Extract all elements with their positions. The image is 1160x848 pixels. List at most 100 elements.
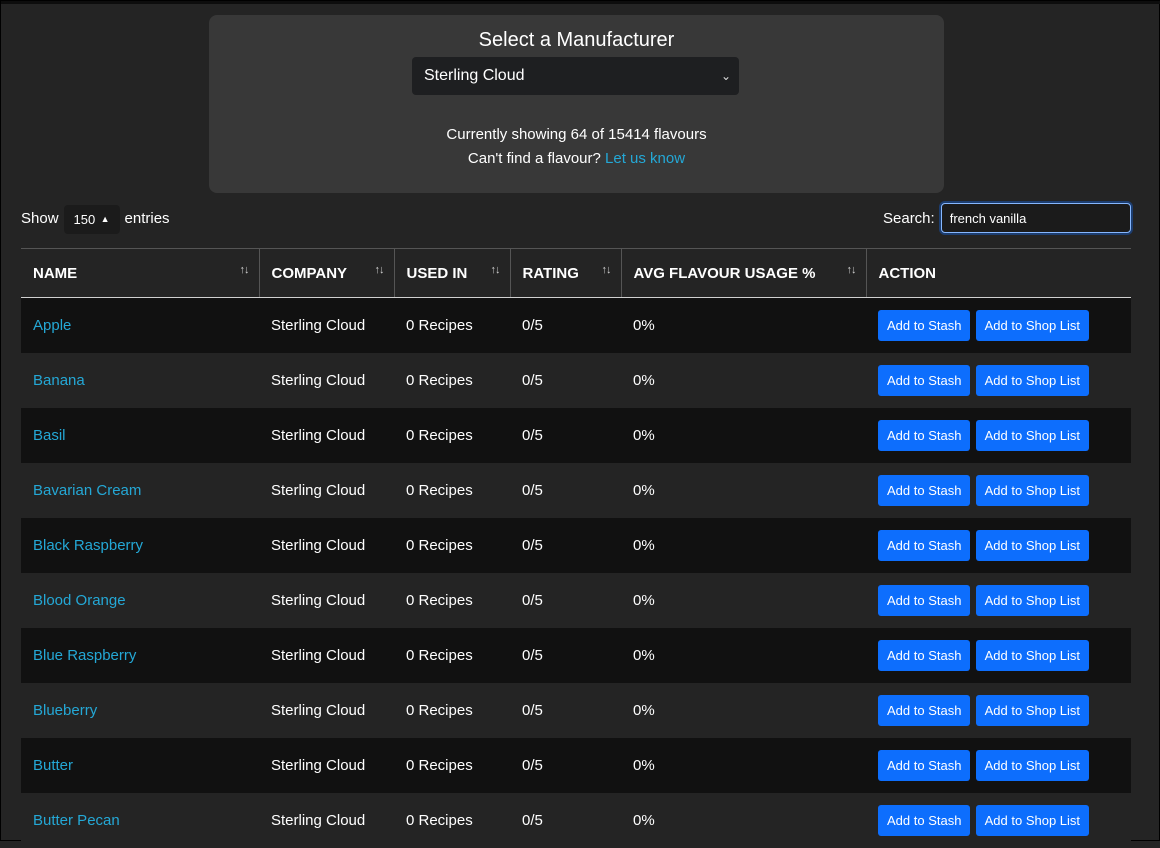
header-action: ACTION xyxy=(866,249,1131,298)
add-to-shop-list-button[interactable]: Add to Shop List xyxy=(976,475,1089,506)
rating-cell: 0/5 xyxy=(510,628,621,683)
add-to-stash-button[interactable]: Add to Stash xyxy=(878,805,970,836)
entries-select-value: 150 xyxy=(74,212,96,227)
manufacturer-title: Select a Manufacturer xyxy=(209,29,944,52)
entries-select[interactable]: 150 ▲ xyxy=(64,205,120,234)
avg-usage-cell: 0% xyxy=(621,628,866,683)
table-row: BlueberrySterling Cloud0 Recipes0/50% Add… xyxy=(21,683,1131,738)
add-to-stash-button[interactable]: Add to Stash xyxy=(878,695,970,726)
header-avg-usage[interactable]: AVG FLAVOUR USAGE %↑↓ xyxy=(621,249,866,298)
manufacturer-panel: Select a Manufacturer Sterling Cloud ⌄ C… xyxy=(209,15,944,193)
add-to-shop-list-button[interactable]: Add to Shop List xyxy=(976,420,1089,451)
rating-cell: 0/5 xyxy=(510,738,621,793)
company-cell: Sterling Cloud xyxy=(259,353,394,408)
rating-cell: 0/5 xyxy=(510,793,621,848)
used-in-cell: 0 Recipes xyxy=(394,738,510,793)
manufacturer-select-value: Sterling Cloud xyxy=(424,67,525,84)
used-in-cell: 0 Recipes xyxy=(394,518,510,573)
table-header-row: NAME↑↓ COMPANY↑↓ USED IN↑↓ RATING↑↓ AVG … xyxy=(21,249,1131,298)
header-used-in[interactable]: USED IN↑↓ xyxy=(394,249,510,298)
company-cell: Sterling Cloud xyxy=(259,683,394,738)
flavour-name-link[interactable]: Banana xyxy=(21,353,259,408)
company-cell: Sterling Cloud xyxy=(259,408,394,463)
header-rating[interactable]: RATING↑↓ xyxy=(510,249,621,298)
add-to-stash-button[interactable]: Add to Stash xyxy=(878,310,970,341)
rating-cell: 0/5 xyxy=(510,408,621,463)
used-in-cell: 0 Recipes xyxy=(394,353,510,408)
add-to-shop-list-button[interactable]: Add to Shop List xyxy=(976,365,1089,396)
avg-usage-cell: 0% xyxy=(621,518,866,573)
action-cell: Add to Stash Add to Shop List xyxy=(866,573,1131,628)
used-in-cell: 0 Recipes xyxy=(394,683,510,738)
flavour-name-link[interactable]: Butter Pecan xyxy=(21,793,259,848)
company-cell: Sterling Cloud xyxy=(259,573,394,628)
table-row: Blood OrangeSterling Cloud0 Recipes0/50%… xyxy=(21,573,1131,628)
rating-cell: 0/5 xyxy=(510,573,621,628)
rating-cell: 0/5 xyxy=(510,683,621,738)
flavour-name-link[interactable]: Bavarian Cream xyxy=(21,463,259,518)
header-company[interactable]: COMPANY↑↓ xyxy=(259,249,394,298)
sort-icon: ↑↓ xyxy=(491,264,500,276)
sort-icon: ↑↓ xyxy=(602,264,611,276)
used-in-cell: 0 Recipes xyxy=(394,408,510,463)
flavour-name-link[interactable]: Apple xyxy=(21,298,259,354)
sort-icon: ↑↓ xyxy=(375,264,384,276)
missing-flavour-line: Can't find a flavour? Let us know xyxy=(209,147,944,171)
add-to-stash-button[interactable]: Add to Stash xyxy=(878,365,970,396)
sort-icon: ↑↓ xyxy=(847,264,856,276)
used-in-cell: 0 Recipes xyxy=(394,628,510,683)
flavour-name-link[interactable]: Blue Raspberry xyxy=(21,628,259,683)
add-to-stash-button[interactable]: Add to Stash xyxy=(878,585,970,616)
let-us-know-link[interactable]: Let us know xyxy=(605,150,685,167)
avg-usage-cell: 0% xyxy=(621,683,866,738)
add-to-shop-list-button[interactable]: Add to Shop List xyxy=(976,695,1089,726)
company-cell: Sterling Cloud xyxy=(259,738,394,793)
flavour-name-link[interactable]: Black Raspberry xyxy=(21,518,259,573)
add-to-shop-list-button[interactable]: Add to Shop List xyxy=(976,310,1089,341)
action-cell: Add to Stash Add to Shop List xyxy=(866,463,1131,518)
action-cell: Add to Stash Add to Shop List xyxy=(866,738,1131,793)
chevron-down-icon: ⌄ xyxy=(721,57,731,95)
search-control: Search: xyxy=(883,203,1131,233)
table-row: BananaSterling Cloud0 Recipes0/50%Add to… xyxy=(21,353,1131,408)
used-in-cell: 0 Recipes xyxy=(394,298,510,354)
action-cell: Add to Stash Add to Shop List xyxy=(866,298,1131,354)
add-to-shop-list-button[interactable]: Add to Shop List xyxy=(976,640,1089,671)
sort-icon: ↑↓ xyxy=(240,264,249,276)
avg-usage-cell: 0% xyxy=(621,408,866,463)
avg-usage-cell: 0% xyxy=(621,573,866,628)
company-cell: Sterling Cloud xyxy=(259,518,394,573)
flavour-name-link[interactable]: Basil xyxy=(21,408,259,463)
header-name[interactable]: NAME↑↓ xyxy=(21,249,259,298)
flavour-name-link[interactable]: Blueberry xyxy=(21,683,259,738)
avg-usage-cell: 0% xyxy=(621,738,866,793)
company-cell: Sterling Cloud xyxy=(259,298,394,354)
table-row: AppleSterling Cloud0 Recipes0/50%Add to … xyxy=(21,298,1131,354)
entries-label: entries xyxy=(125,205,170,233)
action-cell: Add to Stash Add to Shop List xyxy=(866,518,1131,573)
add-to-stash-button[interactable]: Add to Stash xyxy=(878,750,970,781)
used-in-cell: 0 Recipes xyxy=(394,793,510,848)
used-in-cell: 0 Recipes xyxy=(394,463,510,518)
add-to-shop-list-button[interactable]: Add to Shop List xyxy=(976,805,1089,836)
flavours-table: NAME↑↓ COMPANY↑↓ USED IN↑↓ RATING↑↓ AVG … xyxy=(21,248,1131,848)
add-to-stash-button[interactable]: Add to Stash xyxy=(878,475,970,506)
avg-usage-cell: 0% xyxy=(621,353,866,408)
add-to-shop-list-button[interactable]: Add to Shop List xyxy=(976,530,1089,561)
table-row: Blue RaspberrySterling Cloud0 Recipes0/5… xyxy=(21,628,1131,683)
add-to-shop-list-button[interactable]: Add to Shop List xyxy=(976,750,1089,781)
add-to-shop-list-button[interactable]: Add to Shop List xyxy=(976,585,1089,616)
used-in-cell: 0 Recipes xyxy=(394,573,510,628)
action-cell: Add to Stash Add to Shop List xyxy=(866,628,1131,683)
add-to-stash-button[interactable]: Add to Stash xyxy=(878,420,970,451)
avg-usage-cell: 0% xyxy=(621,463,866,518)
table-row: Butter PecanSterling Cloud0 Recipes0/50%… xyxy=(21,793,1131,848)
search-input[interactable] xyxy=(941,203,1131,233)
table-row: ButterSterling Cloud0 Recipes0/50%Add to… xyxy=(21,738,1131,793)
add-to-stash-button[interactable]: Add to Stash xyxy=(878,530,970,561)
manufacturer-select[interactable]: Sterling Cloud ⌄ xyxy=(412,57,739,95)
sort-updown-icon: ▲ xyxy=(101,205,110,234)
flavour-name-link[interactable]: Butter xyxy=(21,738,259,793)
add-to-stash-button[interactable]: Add to Stash xyxy=(878,640,970,671)
flavour-name-link[interactable]: Blood Orange xyxy=(21,573,259,628)
